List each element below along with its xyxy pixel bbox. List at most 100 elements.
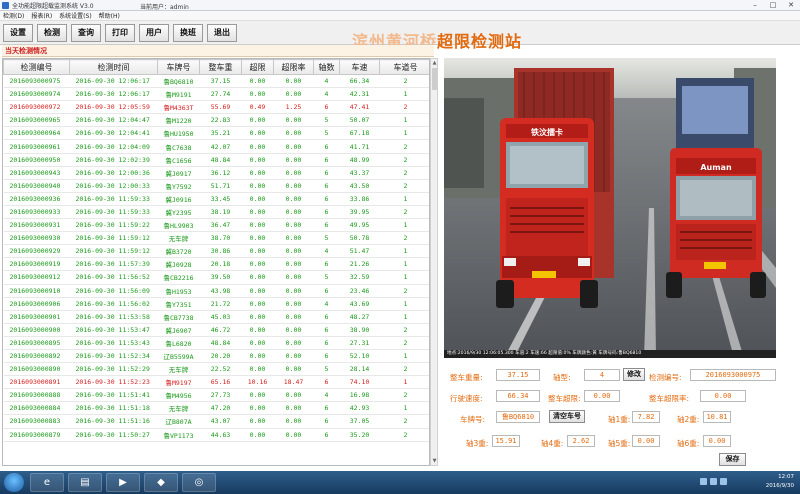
cell-time: 2016-09-30 12:00:33 bbox=[69, 179, 158, 193]
table-row[interactable]: 2016093000901 2016-09-30 11:53:58 鲁CB7738 4… bbox=[3, 310, 429, 324]
table-row[interactable]: 2016093000895 2016-09-30 11:53:43 鲁L6820 48… bbox=[3, 336, 429, 350]
axle3-field[interactable]: 15.91 bbox=[492, 435, 520, 447]
detect-id-field[interactable]: 2016093000975 bbox=[690, 369, 776, 381]
detect-button[interactable]: 检测 bbox=[37, 24, 67, 42]
table-row[interactable]: 2016093000961 2016-09-30 12:04:09 鲁C7638 42… bbox=[3, 139, 429, 154]
ie-icon[interactable]: e bbox=[30, 473, 64, 492]
col-plate[interactable]: 车牌号 bbox=[157, 59, 200, 75]
settings-button[interactable]: 设置 bbox=[3, 24, 33, 42]
col-axles[interactable]: 轴数 bbox=[313, 59, 340, 75]
col-lane[interactable]: 车道号 bbox=[379, 59, 429, 75]
col-id[interactable]: 检测编号 bbox=[3, 59, 70, 75]
query-button[interactable]: 查询 bbox=[71, 24, 101, 42]
table-scrollbar[interactable]: ▲ ▼ bbox=[430, 58, 438, 466]
user-button[interactable]: 用户 bbox=[139, 24, 169, 42]
scroll-thumb[interactable] bbox=[432, 68, 437, 90]
cell-axles: 6 bbox=[313, 323, 340, 337]
table-row[interactable]: 2016093000890 2016-09-30 11:52:29 无车牌 22.52… bbox=[3, 362, 429, 377]
cell-weight: 38.70 bbox=[199, 231, 242, 246]
table-row[interactable]: 2016093000950 2016-09-30 12:02:39 鲁C1656 48… bbox=[3, 153, 429, 167]
menu-report[interactable]: 报表(R) bbox=[31, 11, 52, 20]
start-button[interactable] bbox=[4, 473, 24, 492]
table-row[interactable]: 2016093000974 2016-09-30 12:06:17 鲁M9191 27… bbox=[3, 87, 429, 102]
scroll-up-icon[interactable]: ▲ bbox=[431, 59, 438, 67]
table-row[interactable]: 2016093000879 2016-09-30 11:50:27 鲁VP1173 4… bbox=[3, 428, 429, 442]
cell-time: 2016-09-30 11:51:16 bbox=[69, 414, 158, 429]
modify-button[interactable]: 修改 bbox=[623, 368, 645, 381]
axle-count-field[interactable]: 4 bbox=[584, 369, 620, 381]
table-row[interactable]: 2016093000936 2016-09-30 11:59:33 冀J0916 33… bbox=[3, 192, 429, 206]
cell-rate: 0.00 bbox=[273, 74, 314, 89]
table-row[interactable]: 2016093000931 2016-09-30 11:59:22 鲁HL9903 3… bbox=[3, 218, 429, 233]
cell-speed: 41.71 bbox=[339, 139, 380, 154]
table-row[interactable]: 2016093000892 2016-09-30 11:52:34 辽B5599A 2… bbox=[3, 349, 429, 364]
cell-id: 2016093000950 bbox=[3, 153, 70, 167]
over-rate-field[interactable]: 0.00 bbox=[700, 390, 746, 402]
scroll-down-icon[interactable]: ▼ bbox=[431, 457, 438, 465]
tray-network-icon[interactable] bbox=[710, 478, 717, 485]
shift-button[interactable]: 换班 bbox=[173, 24, 203, 42]
col-rate[interactable]: 超限率 bbox=[273, 59, 314, 75]
cell-over: 0.00 bbox=[241, 336, 274, 350]
station-name: 超限检测站 bbox=[437, 32, 523, 51]
axle2-field[interactable]: 10.81 bbox=[703, 411, 731, 423]
cell-id: 2016093000879 bbox=[3, 428, 70, 442]
tray-volume-icon[interactable] bbox=[720, 478, 727, 485]
media-icon[interactable]: ▶ bbox=[106, 473, 140, 492]
folder-icon[interactable]: ▤ bbox=[68, 473, 102, 492]
exit-button[interactable]: 退出 bbox=[207, 24, 237, 42]
clear-plate-button[interactable]: 清空车号 bbox=[549, 410, 585, 423]
table-row[interactable]: 2016093000964 2016-09-30 12:04:41 鲁HU1950 3… bbox=[3, 126, 429, 141]
cell-axles: 4 bbox=[313, 388, 340, 403]
save-button[interactable]: 保存 bbox=[719, 453, 746, 466]
cell-lane: 2 bbox=[379, 362, 429, 377]
table-row[interactable]: 2016093000975 2016-09-30 12:06:17 鲁BQ6810 3… bbox=[3, 74, 429, 89]
close-icon[interactable]: ✕ bbox=[782, 0, 800, 11]
plate-field[interactable]: 鲁BQ6810 bbox=[496, 411, 540, 423]
table-row[interactable]: 2016093000930 2016-09-30 11:59:12 无车牌 38.70… bbox=[3, 231, 429, 246]
axle6-field[interactable]: 0.00 bbox=[703, 435, 731, 447]
table-row[interactable]: 2016093000940 2016-09-30 12:00:33 鲁Y7592 51… bbox=[3, 179, 429, 193]
table-row[interactable]: 2016093000884 2016-09-30 11:51:18 无车牌 47.20… bbox=[3, 401, 429, 416]
speed-field[interactable]: 66.34 bbox=[496, 390, 540, 402]
table-row[interactable]: 2016093000912 2016-09-30 11:56:52 鲁CB2216 3… bbox=[3, 270, 429, 285]
table-row[interactable]: 2016093000910 2016-09-30 11:56:09 鲁H1953 43… bbox=[3, 284, 429, 298]
table-row[interactable]: 2016093000883 2016-09-30 11:51:16 辽B807A 43… bbox=[3, 414, 429, 429]
table-row[interactable]: 2016093000965 2016-09-30 12:04:47 鲁M1220 22… bbox=[3, 113, 429, 128]
col-weight[interactable]: 整车重 bbox=[199, 59, 242, 75]
col-speed[interactable]: 车速 bbox=[339, 59, 380, 75]
axle-dist-field[interactable]: 0.00 bbox=[584, 390, 620, 402]
table-row[interactable]: 2016093000943 2016-09-30 12:00:36 冀J0917 36… bbox=[3, 166, 429, 180]
col-over[interactable]: 超限 bbox=[241, 59, 274, 75]
app-icon-taskbar[interactable]: ◆ bbox=[144, 473, 178, 492]
cell-weight: 48.84 bbox=[199, 336, 242, 350]
tray-flag-icon[interactable] bbox=[700, 478, 707, 485]
axle5-field[interactable]: 0.00 bbox=[632, 435, 660, 447]
menu-settings[interactable]: 系统设置(S) bbox=[59, 11, 92, 20]
table-row[interactable]: 2016093000933 2016-09-30 11:59:33 冀Y2395 38… bbox=[3, 205, 429, 220]
maximize-icon[interactable]: □ bbox=[764, 0, 782, 11]
table-row[interactable]: 2016093000919 2016-09-30 11:57:39 冀J0928 20… bbox=[3, 257, 429, 272]
axle6-label: 轴6重: bbox=[677, 439, 700, 448]
cell-plate: 鲁C1656 bbox=[157, 153, 200, 167]
table-row[interactable]: 2016093000972 2016-09-30 12:05:59 鲁M4363T 5… bbox=[3, 100, 429, 115]
table-row[interactable]: 2016093000906 2016-09-30 11:56:02 鲁Y7351 21… bbox=[3, 297, 429, 311]
table-row[interactable]: 2016093000929 2016-09-30 11:59:12 冀B3720 30… bbox=[3, 244, 429, 259]
axle2-label: 轴2重: bbox=[677, 415, 700, 424]
network-icon[interactable]: ◎ bbox=[182, 473, 216, 492]
cell-lane: 2 bbox=[379, 336, 429, 350]
minimize-icon[interactable]: – bbox=[746, 0, 764, 11]
table-row[interactable]: 2016093000888 2016-09-30 11:51:41 鲁M4956 27… bbox=[3, 388, 429, 403]
col-time[interactable]: 检测时间 bbox=[69, 59, 158, 75]
axle4-field[interactable]: 2.62 bbox=[567, 435, 595, 447]
cell-id: 2016093000890 bbox=[3, 362, 70, 377]
menu-detect[interactable]: 检测(D) bbox=[3, 11, 24, 20]
total-weight-field[interactable]: 37.15 bbox=[496, 369, 540, 381]
print-button[interactable]: 打印 bbox=[105, 24, 135, 42]
menu-help[interactable]: 帮助(H) bbox=[99, 11, 120, 20]
axle-count-label: 轴型: bbox=[553, 373, 571, 382]
clock[interactable]: 12:07 2016/9/30 bbox=[766, 473, 794, 491]
table-row[interactable]: 2016093000891 2016-09-30 11:52:23 鲁M9197 65… bbox=[3, 375, 429, 390]
table-row[interactable]: 2016093000900 2016-09-30 11:53:47 冀J6907 46… bbox=[3, 323, 429, 337]
axle1-field[interactable]: 7.82 bbox=[632, 411, 660, 423]
